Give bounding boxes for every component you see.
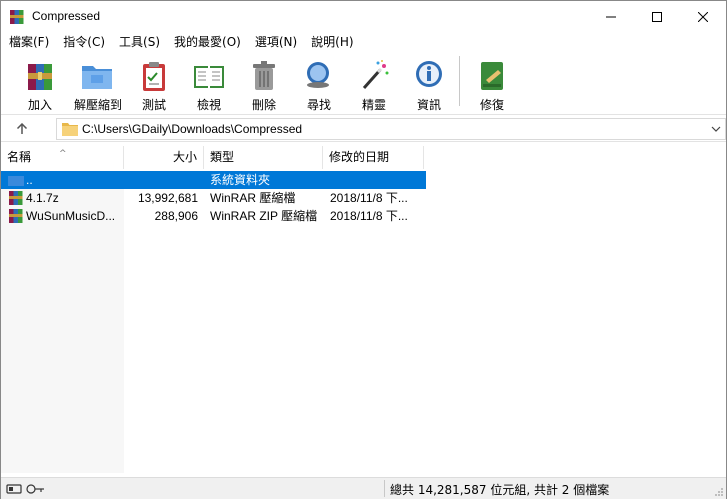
- up-folder-button[interactable]: [11, 119, 33, 139]
- winrar-window: Compressed 檔案(F) 指令(C) 工具(S) 我的最愛(O) 選項(…: [0, 0, 727, 499]
- delete-label: 刪除: [251, 98, 276, 112]
- menu-commands[interactable]: 指令(C): [56, 32, 112, 52]
- list-item[interactable]: 4.1.7z 13,992,681 WinRAR 壓縮檔 2018/11/8 下…: [1, 189, 426, 207]
- maximize-button[interactable]: [634, 1, 680, 32]
- file-date: 2018/11/8 下...: [330, 209, 408, 223]
- wizard-label: 精靈: [361, 98, 386, 112]
- window-title: Compressed: [32, 9, 101, 23]
- status-summary: 總共 14,281,587 位元組, 共計 2 個檔案: [390, 483, 610, 497]
- folder-icon: [62, 123, 78, 136]
- file-size: [124, 171, 198, 189]
- close-button[interactable]: [680, 1, 726, 32]
- list-header: 名稱 ^ 大小 類型 修改的日期: [1, 146, 726, 169]
- column-header-name[interactable]: 名稱 ^: [1, 146, 124, 169]
- file-type: 系統資料夾: [210, 173, 271, 187]
- add-archive-icon: [28, 64, 52, 90]
- arrow-up-icon: [16, 123, 28, 134]
- file-size: 13,992,681: [137, 191, 198, 205]
- winrar-archive-icon: [9, 209, 23, 223]
- extract-to-button[interactable]: 解壓縮到: [67, 56, 129, 112]
- test-button[interactable]: 測試: [124, 56, 184, 112]
- delete-button[interactable]: 刪除: [234, 56, 294, 112]
- menu-options[interactable]: 選項(N): [248, 32, 304, 52]
- file-name: 4.1.7z: [26, 191, 59, 205]
- wizard-button[interactable]: 精靈: [344, 56, 404, 112]
- find-button[interactable]: 尋找: [289, 56, 349, 112]
- close-icon: [698, 11, 708, 22]
- menu-help[interactable]: 說明(H): [304, 32, 360, 52]
- toolbar-separator: [459, 56, 460, 106]
- add-label: 加入: [27, 98, 52, 112]
- file-date: [330, 171, 422, 189]
- parent-folder-icon: [8, 176, 24, 186]
- view-label: 檢視: [196, 98, 221, 112]
- repair-label: 修復: [479, 98, 504, 112]
- extract-folder-icon: [82, 66, 112, 89]
- column-header-date[interactable]: 修改的日期: [323, 146, 424, 169]
- minimize-icon: [606, 16, 616, 17]
- menu-tools[interactable]: 工具(S): [112, 32, 167, 52]
- address-path: C:\Users\GDaily\Downloads\Compressed: [82, 122, 303, 136]
- file-date: 2018/11/8 下...: [330, 191, 408, 205]
- find-magnifier-icon: [307, 62, 329, 88]
- address-field[interactable]: C:\Users\GDaily\Downloads\Compressed: [56, 118, 726, 140]
- info-button[interactable]: 資訊: [399, 56, 459, 112]
- column-header-size[interactable]: 大小: [124, 146, 204, 169]
- info-icon: [416, 61, 442, 87]
- drive-key-icon: [6, 484, 44, 494]
- extract-to-label: 解壓縮到: [73, 98, 122, 112]
- find-label: 尋找: [306, 98, 331, 112]
- add-button[interactable]: 加入: [10, 56, 70, 112]
- maximize-icon: [652, 11, 662, 22]
- repair-kit-icon: [481, 62, 503, 90]
- address-bar: C:\Users\GDaily\Downloads\Compressed: [1, 114, 726, 142]
- view-book-icon: [194, 66, 224, 88]
- wizard-wand-icon: [362, 60, 389, 89]
- view-button[interactable]: 檢視: [179, 56, 239, 112]
- winrar-app-icon: [10, 10, 24, 24]
- winrar-archive-icon: [9, 191, 23, 205]
- column-header-type[interactable]: 類型: [204, 146, 323, 169]
- file-name: ..: [26, 173, 33, 187]
- resize-grip-icon[interactable]: [714, 487, 724, 497]
- list-item[interactable]: WuSunMusicD... 288,906 WinRAR ZIP 壓縮檔 20…: [1, 207, 426, 225]
- repair-button[interactable]: 修復: [462, 56, 522, 112]
- file-name: WuSunMusicD...: [26, 209, 116, 223]
- sort-ascending-icon: ^: [59, 149, 67, 159]
- menu-bar: 檔案(F) 指令(C) 工具(S) 我的最愛(O) 選項(N) 說明(H): [1, 32, 726, 52]
- chevron-down-icon[interactable]: [709, 122, 723, 136]
- title-bar: Compressed: [1, 1, 726, 32]
- toolbar: 加入 解壓縮到 測試 檢視 刪除 尋找 精靈 資訊 修復: [1, 52, 726, 114]
- info-label: 資訊: [416, 98, 441, 112]
- file-type: WinRAR ZIP 壓縮檔: [210, 209, 318, 223]
- status-divider: [384, 480, 385, 497]
- file-size: 288,906: [154, 209, 198, 223]
- list-item-parent[interactable]: .. 系統資料夾: [1, 171, 426, 189]
- test-label: 測試: [141, 98, 166, 112]
- trash-icon: [253, 61, 275, 90]
- minimize-button[interactable]: [588, 1, 634, 32]
- status-bar: 總共 14,281,587 位元組, 共計 2 個檔案: [1, 477, 726, 499]
- file-type: WinRAR 壓縮檔: [210, 191, 296, 205]
- column-name-label: 名稱: [7, 150, 32, 164]
- menu-favorites[interactable]: 我的最愛(O): [167, 32, 248, 52]
- menu-file[interactable]: 檔案(F): [1, 32, 56, 52]
- file-list: 名稱 ^ 大小 類型 修改的日期 .. 系統資料夾 4.1.7z 13,992,…: [1, 143, 726, 473]
- test-clipboard-icon: [143, 62, 165, 91]
